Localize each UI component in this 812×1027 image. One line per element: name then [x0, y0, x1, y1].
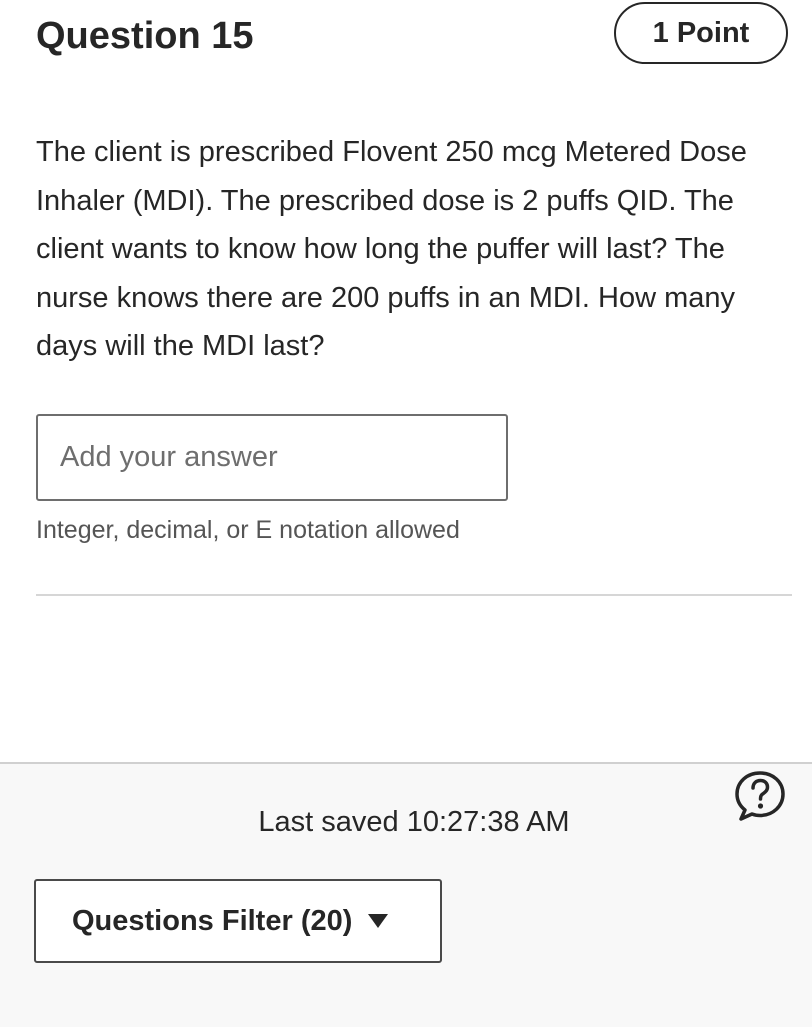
footer-bar: Last saved 10:27:38 AM Questions Filter …	[0, 762, 812, 1027]
answer-helper-text: Integer, decimal, or E notation allowed	[36, 516, 460, 544]
last-saved-label: Last saved	[258, 806, 399, 838]
divider	[36, 594, 792, 596]
question-text: The client is prescribed Flovent 250 mcg…	[36, 136, 747, 362]
points-badge: 1 Point	[614, 2, 788, 64]
answer-input[interactable]	[36, 414, 508, 501]
questions-filter-button[interactable]: Questions Filter (20)	[34, 879, 442, 963]
questions-filter-label: Questions Filter (20)	[72, 904, 353, 937]
question-title: Question 15	[36, 15, 254, 57]
last-saved-status: Last saved 10:27:38 AM	[0, 802, 812, 842]
question-page: Question 15 1 Point The client is prescr…	[0, 0, 812, 1027]
caret-down-icon	[368, 914, 389, 928]
last-saved-time: 10:27:38 AM	[406, 806, 570, 838]
